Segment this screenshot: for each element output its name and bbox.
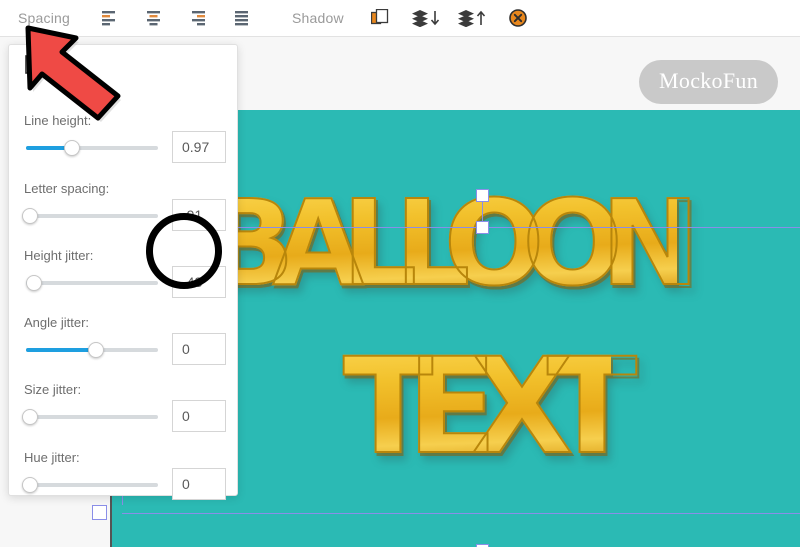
slider-track bbox=[26, 281, 158, 285]
field-label: Letter spacing: bbox=[24, 181, 110, 196]
mockofun-watermark: MockoFun bbox=[639, 60, 778, 104]
field-label: Height jitter: bbox=[24, 248, 94, 263]
selection-handle-top-middle[interactable] bbox=[476, 221, 489, 234]
hue-jitter-value[interactable]: 0 bbox=[172, 468, 226, 500]
slider-track bbox=[26, 483, 158, 487]
selection-handle-bottom-left[interactable] bbox=[92, 505, 107, 520]
selection-bottom-edge-outer bbox=[122, 513, 800, 514]
mockofun-editor: Spacing Shadow BALLOON TEXT MockoFun Lin… bbox=[0, 0, 800, 547]
slider-thumb[interactable] bbox=[64, 140, 80, 156]
size-jitter-value[interactable]: 0 bbox=[172, 400, 226, 432]
hue-jitter-slider[interactable] bbox=[22, 476, 158, 494]
align-left-icon[interactable] bbox=[92, 0, 128, 36]
align-justify-icon[interactable] bbox=[224, 0, 260, 36]
letter-spacing-slider[interactable] bbox=[22, 207, 158, 225]
field-label: Hue jitter: bbox=[24, 450, 80, 465]
slider-fill bbox=[26, 348, 95, 352]
align-center-icon[interactable] bbox=[136, 0, 172, 36]
panel-caret bbox=[29, 37, 45, 46]
slider-track bbox=[26, 415, 158, 419]
angle-jitter-value[interactable]: 0 bbox=[172, 333, 226, 365]
angle-jitter-slider[interactable] bbox=[26, 341, 158, 359]
field-label: Angle jitter: bbox=[24, 315, 90, 330]
height-jitter-slider[interactable] bbox=[26, 274, 158, 292]
duplicate-icon[interactable] bbox=[362, 0, 398, 36]
selection-rotate-handle[interactable] bbox=[476, 189, 489, 202]
column-text-icon bbox=[25, 55, 43, 75]
field-label: Line height: bbox=[24, 113, 92, 128]
shadow-button[interactable]: Shadow bbox=[284, 10, 352, 26]
height-jitter-value[interactable]: -43 bbox=[172, 266, 226, 298]
top-toolbar: Spacing Shadow bbox=[0, 0, 800, 37]
slider-thumb[interactable] bbox=[22, 409, 38, 425]
slider-track bbox=[26, 214, 158, 218]
slider-thumb[interactable] bbox=[22, 208, 38, 224]
layer-up-icon[interactable] bbox=[454, 0, 490, 36]
slider-thumb[interactable] bbox=[26, 275, 42, 291]
slider-thumb[interactable] bbox=[22, 477, 38, 493]
spacing-panel: Line height: 0.97 Letter spacing: -91 He… bbox=[8, 44, 238, 500]
layer-down-icon[interactable] bbox=[408, 0, 444, 36]
delete-icon[interactable] bbox=[500, 0, 536, 36]
field-label: Size jitter: bbox=[24, 382, 82, 397]
align-right-icon[interactable] bbox=[180, 0, 216, 36]
balloon-text-line-2-glyphs: TEXT bbox=[342, 329, 638, 485]
line-height-value[interactable]: 0.97 bbox=[172, 131, 226, 163]
letter-spacing-value[interactable]: -91 bbox=[172, 199, 226, 231]
spacing-button[interactable]: Spacing bbox=[10, 10, 78, 26]
slider-thumb[interactable] bbox=[88, 342, 104, 358]
size-jitter-slider[interactable] bbox=[22, 408, 158, 426]
line-height-slider[interactable] bbox=[26, 139, 158, 157]
balloon-text-line-1-glyphs: BALLOON bbox=[204, 173, 701, 313]
